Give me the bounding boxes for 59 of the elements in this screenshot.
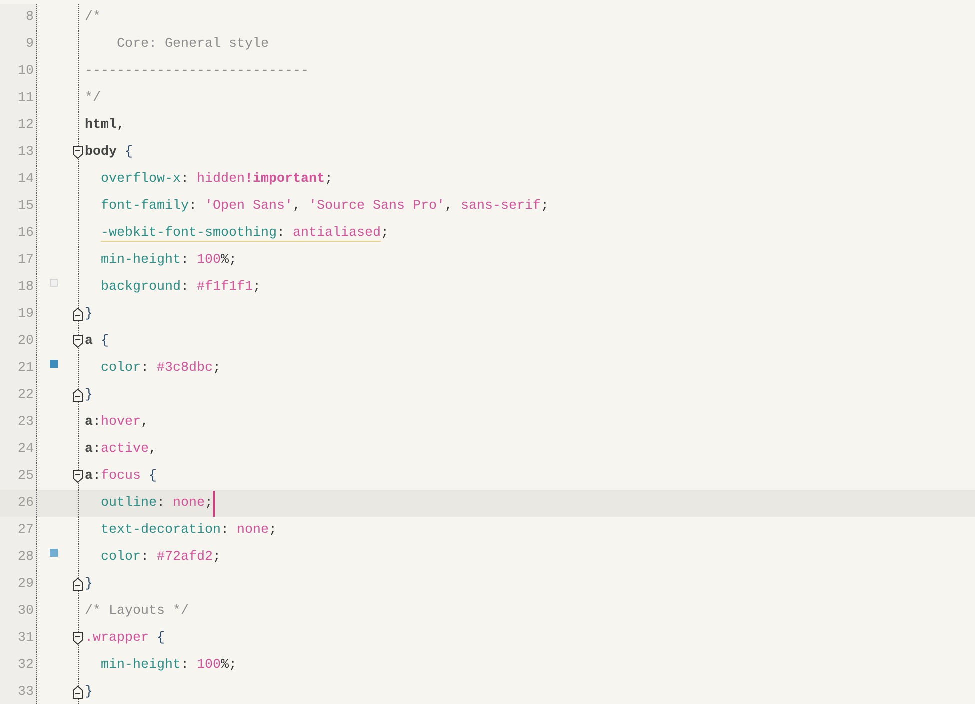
line-number: 12 xyxy=(0,112,37,139)
code-line: } xyxy=(84,306,93,324)
code-line: min-height: 100%; xyxy=(100,252,237,270)
line-number: 23 xyxy=(0,409,37,436)
code-line: /* xyxy=(84,9,101,27)
line-number: 25 xyxy=(0,463,37,490)
code-line: */ xyxy=(84,90,101,108)
code-line: a:active, xyxy=(84,441,157,459)
line-number: 20 xyxy=(0,328,37,355)
line-number: 8 xyxy=(0,4,37,31)
code-line: html, xyxy=(84,117,125,135)
line-number: 27 xyxy=(0,517,37,544)
line-number: 22 xyxy=(0,382,37,409)
code-line: /* Layouts */ xyxy=(84,603,189,621)
code-line: Core: General style xyxy=(116,36,269,54)
fold-icon[interactable] xyxy=(73,578,83,591)
code-line: } xyxy=(84,684,93,702)
code-line: ---------------------------- xyxy=(84,63,309,81)
line-number: 29 xyxy=(0,571,37,598)
line-number: 13 xyxy=(0,139,37,166)
code-line: overflow-x: hidden!important; xyxy=(100,171,333,189)
code-line: .wrapper { xyxy=(84,630,165,648)
line-number: 28 xyxy=(0,544,37,571)
line-number: 14 xyxy=(0,166,37,193)
code-line: a { xyxy=(84,333,109,351)
code-line: } xyxy=(84,387,93,405)
line-number: 30 xyxy=(0,598,37,625)
code-line: } xyxy=(84,576,93,594)
line-number: 10 xyxy=(0,58,37,85)
line-number: 15 xyxy=(0,193,37,220)
line-number: 17 xyxy=(0,247,37,274)
line-number: 16 xyxy=(0,220,37,247)
code-line: color: #72afd2; xyxy=(100,549,221,567)
fold-icon[interactable] xyxy=(73,308,83,321)
line-number: 24 xyxy=(0,436,37,463)
code-line: a:focus { xyxy=(84,468,157,486)
line-number: 19 xyxy=(0,301,37,328)
line-number: 31 xyxy=(0,625,37,652)
line-number: 33 xyxy=(0,679,37,704)
code-line: background: #f1f1f1; xyxy=(100,279,261,297)
code-line: color: #3c8dbc; xyxy=(100,360,221,378)
fold-icon[interactable] xyxy=(73,146,83,159)
code-line: outline: none; xyxy=(100,495,213,513)
line-number: 32 xyxy=(0,652,37,679)
code-line: a:hover, xyxy=(84,414,149,432)
code-line: -webkit-font-smoothing: antialiased; xyxy=(100,225,389,244)
fold-icon[interactable] xyxy=(73,686,83,699)
fold-icon[interactable] xyxy=(73,470,83,483)
fold-icon[interactable] xyxy=(73,389,83,402)
code-line: body { xyxy=(84,144,133,162)
line-number: 21 xyxy=(0,355,37,382)
line-number: 18 xyxy=(0,274,37,301)
code-line: font-family: 'Open Sans', 'Source Sans Pro', sans-serif; xyxy=(100,198,549,216)
fold-icon[interactable] xyxy=(73,632,83,645)
code-line: text-decoration: none; xyxy=(100,522,277,540)
line-number: 9 xyxy=(0,31,37,58)
code-line: min-height: 100%; xyxy=(100,657,237,675)
line-number: 11 xyxy=(0,85,37,112)
fold-icon[interactable] xyxy=(73,335,83,348)
